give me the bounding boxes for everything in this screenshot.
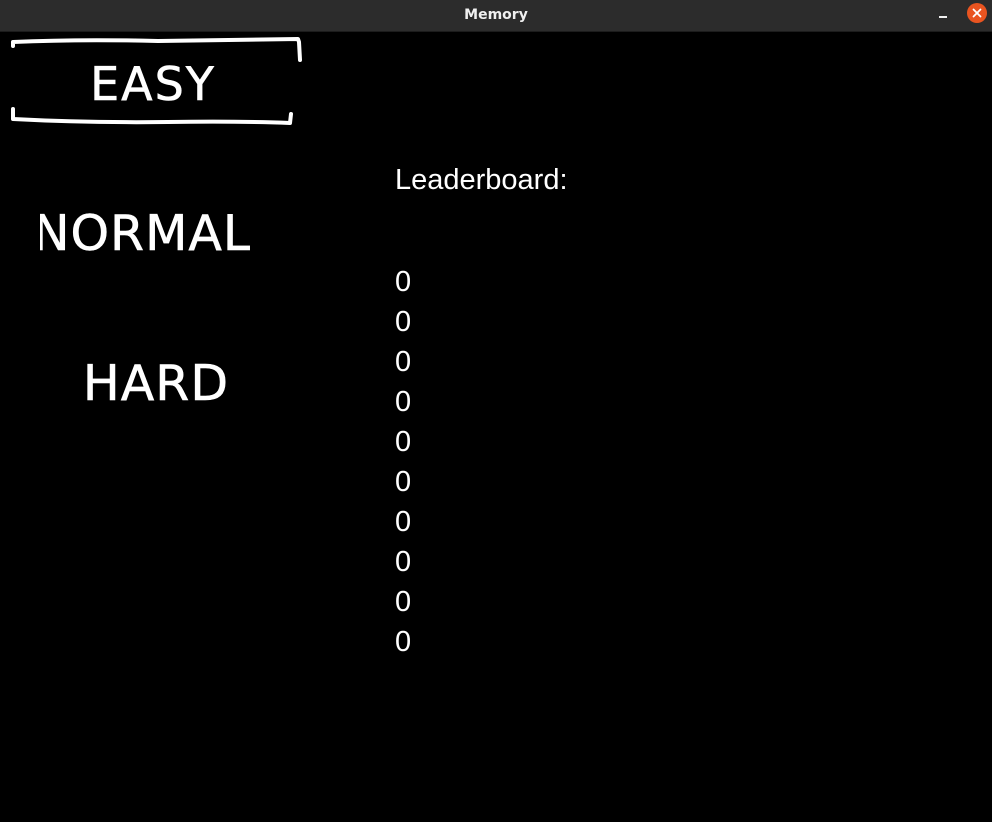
- leaderboard-list: 0 0 0 0 0 0 0 0 0 0: [395, 262, 411, 662]
- leaderboard-score: 0: [395, 386, 412, 418]
- game-canvas: EASY NORMAL HARD Leaderboard: 0 0 0 0 0 …: [0, 32, 992, 822]
- hard-button[interactable]: HARD: [84, 348, 234, 412]
- close-icon[interactable]: [967, 3, 987, 23]
- leaderboard-title: Leaderboard:: [395, 164, 568, 196]
- window-title: Memory: [464, 7, 528, 23]
- leaderboard-score: 0: [395, 546, 412, 578]
- leaderboard-score: 0: [395, 466, 412, 498]
- leaderboard-score: 0: [395, 266, 412, 298]
- normal-button[interactable]: NORMAL: [40, 198, 250, 262]
- minimize-icon[interactable]: [933, 8, 953, 24]
- leaderboard-score: 0: [395, 426, 412, 458]
- leaderboard-score: 0: [395, 586, 412, 618]
- easy-button[interactable]: EASY: [8, 36, 304, 130]
- window-titlebar[interactable]: Memory: [0, 0, 992, 32]
- hard-label: HARD: [84, 355, 229, 412]
- close-x-glyph: [972, 8, 982, 18]
- normal-label: NORMAL: [40, 205, 250, 262]
- leaderboard-score: 0: [395, 626, 412, 658]
- easy-label: EASY: [90, 57, 216, 111]
- leaderboard-score: 0: [395, 346, 412, 378]
- leaderboard-score: 0: [395, 506, 412, 538]
- leaderboard-score: 0: [395, 306, 412, 338]
